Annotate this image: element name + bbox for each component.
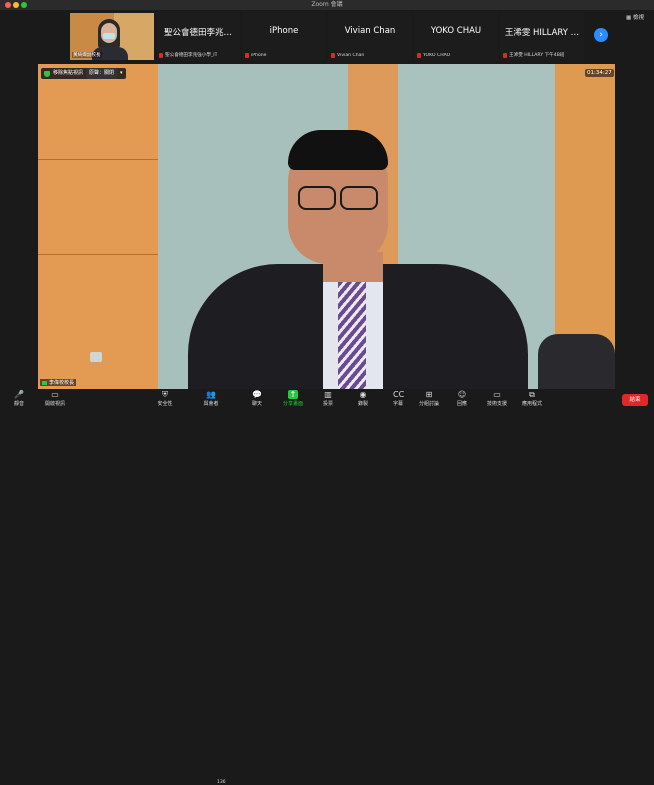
poll-icon: ▥ — [324, 390, 332, 399]
mute-button[interactable]: 🎤 靜音 — [2, 390, 36, 407]
chevron-down-icon[interactable]: ▾ — [120, 68, 123, 79]
meeting-toolbar: 🎤 靜音 ▭ 開啟視訊 ⛨ 安全性 👥 與會者 136 💬 聊天 ↑ 分享畫面 ▥ 投票 ◉ 錄… — [0, 389, 654, 785]
security-button[interactable]: ⛨ 安全性 — [148, 390, 182, 407]
microphone-icon: 🎤 — [14, 390, 24, 399]
end-meeting-button[interactable]: 結束 — [622, 394, 648, 406]
reactions-button[interactable]: ☺ 回應 — [445, 390, 479, 407]
participant-display-name: 王浠雯 HILLARY … — [504, 28, 580, 38]
participant-strip: 黃綺嫻副校長 聖公會德田李兆… 聖公會德田李兆強小學_IT iPhone iPh… — [0, 10, 654, 62]
shield-icon: ⛨ — [162, 390, 168, 399]
smiley-icon: ☺ — [457, 390, 467, 399]
chevron-right-icon: › — [599, 30, 603, 40]
tech-support-button[interactable]: ▭ 技術支援 — [480, 390, 514, 407]
breakout-rooms-icon: ⊞ — [425, 390, 433, 399]
participant-display-name: YOKO CHAU — [430, 26, 482, 36]
record-button[interactable]: ◉ 錄製 — [346, 390, 380, 407]
captions-button[interactable]: CC 字幕 — [381, 390, 415, 407]
participant-name: iPhone — [251, 53, 267, 58]
participant-tile[interactable]: YOKO CHAU YOKO CHAU — [414, 13, 498, 60]
apps-icon: ⧉ — [529, 390, 535, 399]
share-screen-button[interactable]: ↑ 分享畫面 — [276, 390, 310, 407]
original-sound-button[interactable]: 原聲：關閉 — [86, 68, 118, 79]
muted-mic-icon — [245, 53, 249, 58]
chat-icon: 💬 — [252, 390, 262, 399]
chat-button[interactable]: 💬 聊天 — [240, 390, 274, 407]
view-button[interactable]: ▦ 檢視 — [626, 13, 644, 21]
start-video-button[interactable]: ▭ 開啟視訊 — [38, 390, 72, 407]
speaker-name-tag: 李偉校校長 — [40, 379, 77, 386]
speaker-name: 李偉校校長 — [49, 380, 75, 386]
muted-mic-icon — [503, 52, 507, 58]
participant-tile[interactable]: iPhone iPhone — [242, 13, 326, 60]
participant-display-name: 聖公會德田李兆… — [163, 28, 232, 38]
speaker — [188, 130, 528, 389]
muted-mic-icon — [159, 52, 163, 58]
polls-button[interactable]: ▥ 投票 — [311, 390, 345, 407]
grid-icon: ▦ — [626, 15, 633, 21]
participant-name: Vivian Chan — [337, 53, 365, 58]
next-page-button[interactable]: › — [594, 28, 608, 42]
participant-name: 王浠雯 HILLARY 下午4B班 — [509, 53, 565, 58]
signal-icon — [42, 380, 47, 385]
meeting-timer: 01:34:27 — [585, 69, 614, 77]
video-camera-icon: ▭ — [51, 390, 59, 399]
participants-button[interactable]: 👥 與會者 — [194, 390, 228, 407]
remove-focus-video-button[interactable]: 移除焦點視訊 — [53, 68, 83, 79]
muted-mic-icon — [417, 53, 421, 58]
breakout-rooms-button[interactable]: ⊞ 分組討論 — [412, 390, 446, 407]
support-icon: ▭ — [493, 390, 501, 399]
shield-icon — [44, 70, 50, 77]
participant-count: 136 — [217, 780, 226, 785]
participant-video-tile[interactable]: 黃綺嫻副校長 — [70, 13, 154, 60]
apps-button[interactable]: ⧉ 應用程式 — [515, 390, 549, 407]
captions-icon: CC — [393, 390, 405, 399]
participant-tile[interactable]: Vivian Chan Vivian Chan — [328, 13, 412, 60]
share-screen-icon: ↑ — [288, 390, 298, 399]
window-title: Zoom 會議 — [311, 1, 343, 8]
participant-name: YOKO CHAU — [423, 53, 451, 58]
view-label: 檢視 — [632, 15, 644, 21]
participant-display-name: Vivian Chan — [344, 26, 396, 36]
focus-video-bar: 移除焦點視訊 原聲：關閉 ▾ — [41, 68, 126, 79]
participant-name: 黃綺嫻副校長 — [72, 52, 102, 58]
participants-icon: 👥 — [206, 390, 216, 399]
main-speaker-video — [38, 64, 615, 389]
participant-tile[interactable]: 王浠雯 HILLARY … 王浠雯 HILLARY 下午4B班 — [500, 13, 584, 60]
participant-tile[interactable]: 聖公會德田李兆… 聖公會德田李兆強小學_IT — [156, 13, 240, 60]
muted-mic-icon — [331, 53, 335, 58]
record-icon: ◉ — [359, 390, 367, 399]
participant-name: 聖公會德田李兆強小學_IT — [165, 53, 218, 58]
participant-display-name: iPhone — [269, 26, 299, 36]
